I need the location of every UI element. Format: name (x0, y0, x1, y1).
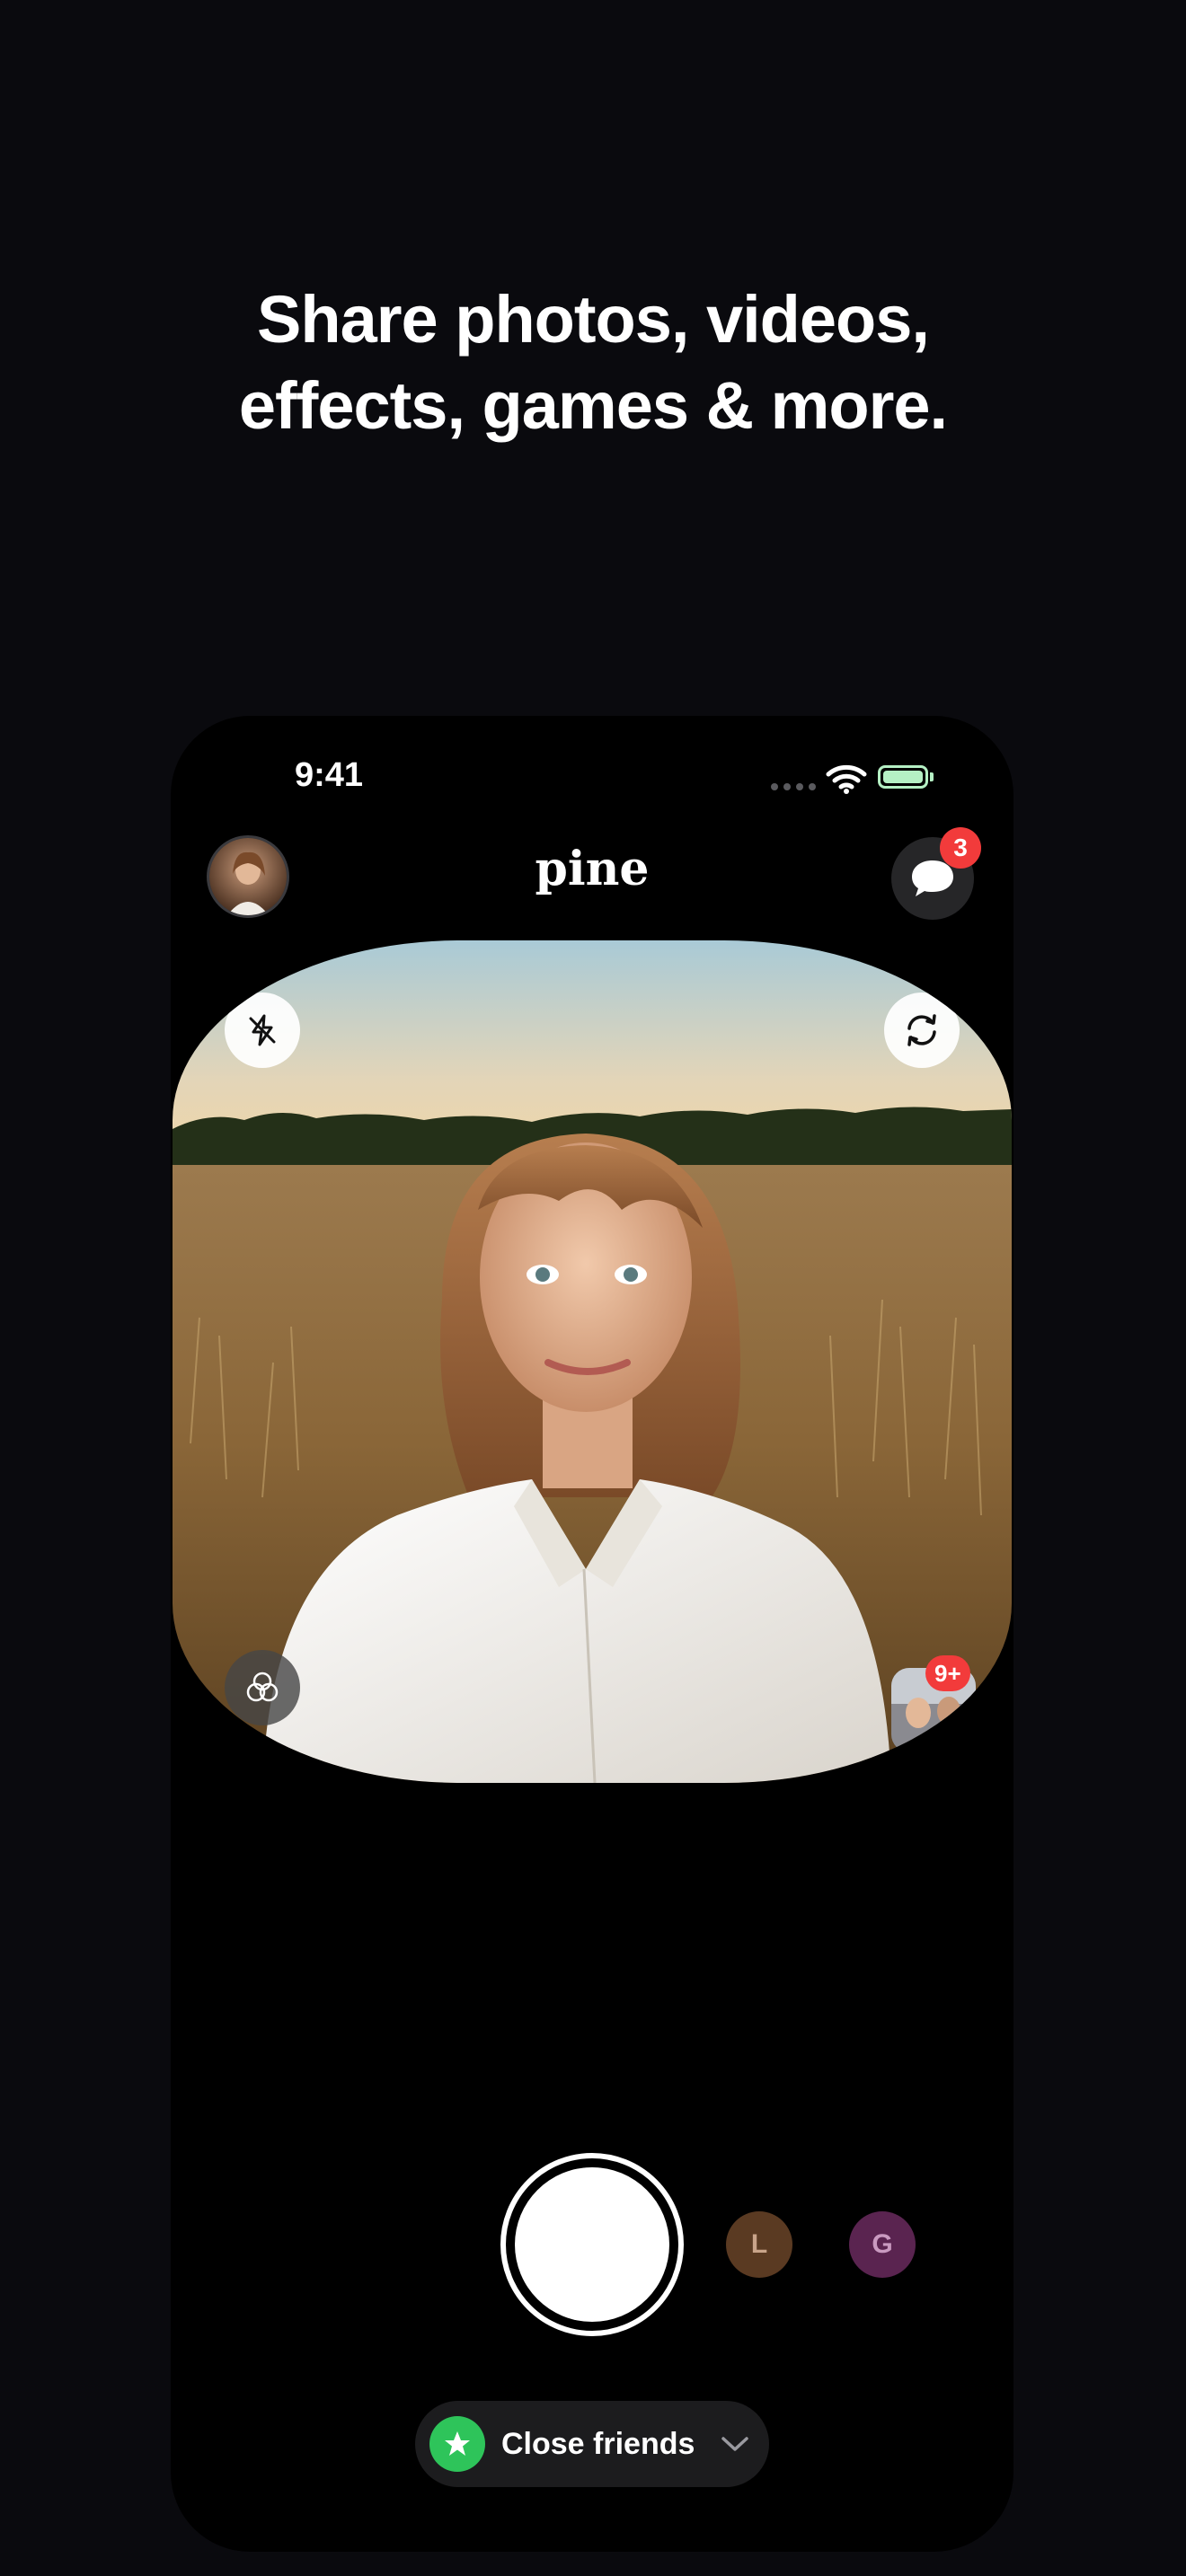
friend-initial: L (750, 2229, 768, 2259)
battery-cap (930, 772, 934, 781)
cellular-signal-icon (771, 783, 816, 790)
app-title: pine (535, 842, 650, 896)
effects-circles-icon (246, 1672, 279, 1702)
headline-line-1: Share photos, videos, (257, 282, 930, 357)
shutter-button[interactable] (500, 2153, 684, 2336)
star-icon (445, 2431, 470, 2456)
flip-camera-icon (907, 1014, 936, 1046)
headline: Share photos, videos, effects, games & m… (0, 277, 1186, 449)
status-time: 9:41 (295, 756, 364, 794)
effects-button[interactable] (225, 1650, 300, 1725)
friend-avatar-g[interactable]: G (849, 2211, 916, 2278)
flash-off-icon (249, 1014, 276, 1046)
switch-camera-button[interactable] (884, 992, 960, 1068)
flash-toggle-button[interactable] (225, 992, 300, 1068)
camera-viewfinder[interactable]: 9+ (173, 940, 1012, 1783)
audience-selector[interactable]: Close friends (415, 2401, 769, 2487)
phone-mockup: 9:41 pine 3 9+ L G Close friends (171, 716, 1013, 2552)
chevron-down-icon (721, 2437, 749, 2451)
friend-initial: G (872, 2229, 893, 2259)
friend-avatar-l[interactable]: L (726, 2211, 792, 2278)
audience-label: Close friends (501, 2426, 695, 2461)
headline-line-2: effects, games & more. (238, 368, 948, 443)
wifi-icon (826, 764, 867, 794)
shutter-inner (515, 2167, 669, 2322)
camera-preview-image (173, 940, 1012, 1783)
gallery-count-badge: 9+ (925, 1655, 970, 1691)
battery-icon (878, 765, 928, 789)
close-friends-star-icon (429, 2416, 485, 2472)
messages-badge: 3 (940, 827, 981, 869)
